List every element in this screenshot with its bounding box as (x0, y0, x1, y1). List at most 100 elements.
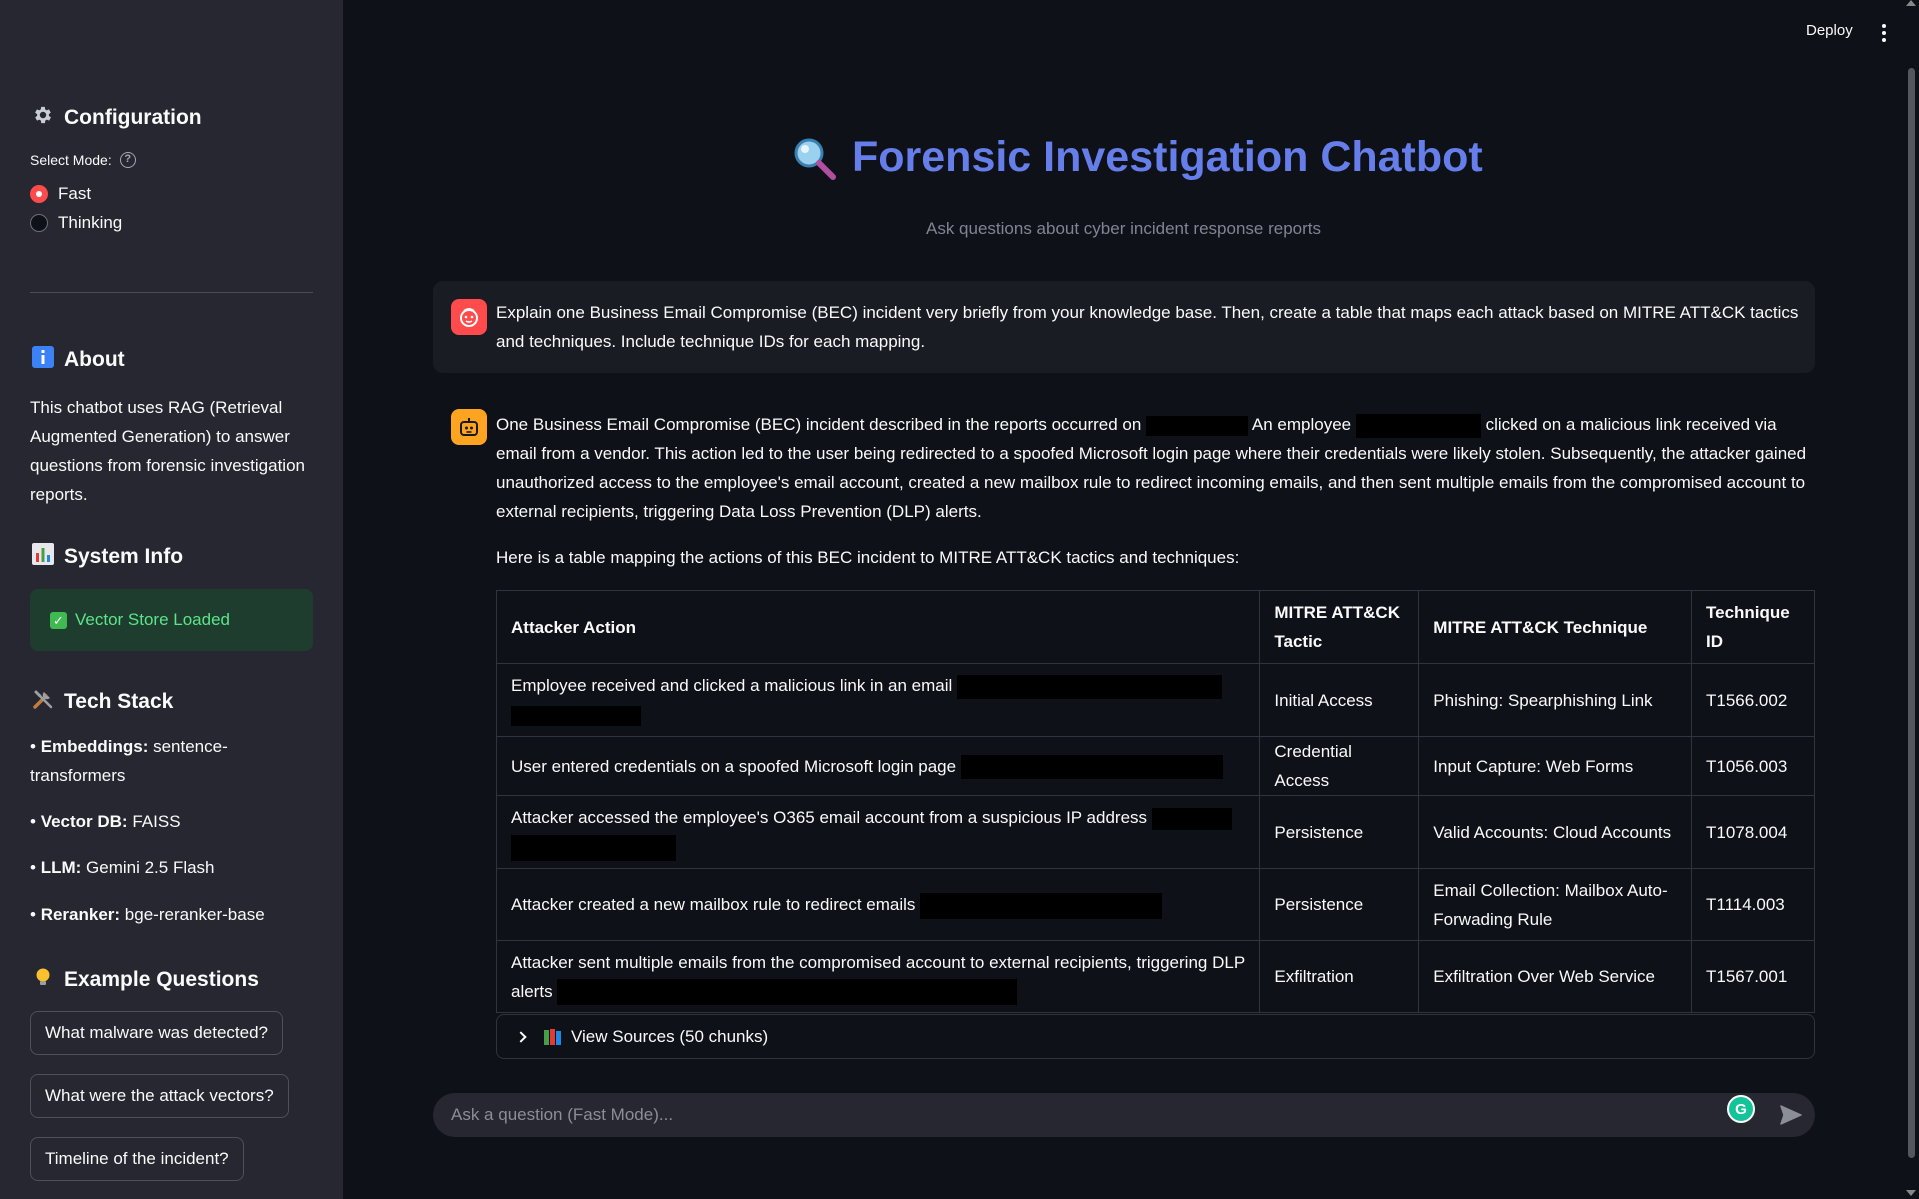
mitre-mapping-table: Attacker Action MITRE ATT&CK Tactic MITR… (495, 590, 1815, 1013)
user-avatar-icon (451, 299, 487, 335)
assistant-text-part: One Business Email Compromise (BEC) inci… (496, 415, 1142, 434)
table-row: Attacker accessed the employee's O365 em… (495, 795, 1815, 869)
system-info-heading: System Info (30, 543, 183, 571)
example-question-button[interactable]: What were the attack vectors? (30, 1074, 289, 1118)
example-questions-title: Example Questions (64, 968, 259, 991)
tech-item-reranker: • Reranker: bge-reranker-base (30, 905, 265, 924)
view-sources-expander[interactable]: View Sources (50 chunks) (496, 1014, 1815, 1059)
table-cell: Persistence (1259, 868, 1420, 941)
page-title: Forensic Investigation Chatbot (790, 133, 1483, 182)
info-icon (30, 346, 56, 374)
tech-value: FAISS (132, 812, 181, 831)
redacted-block (511, 705, 641, 726)
cell-text: Attacker created a new mailbox rule to r… (511, 895, 916, 914)
table-cell: Email Collection: Mailbox Auto-Forwading… (1418, 868, 1692, 941)
redacted-block (957, 674, 1223, 699)
redacted-block (1151, 807, 1232, 830)
mode-thinking-label: Thinking (58, 213, 123, 232)
table-cell: Attacker sent multiple emails from the c… (495, 940, 1261, 1013)
redacted-block (1146, 415, 1249, 436)
system-info-title: System Info (64, 545, 184, 568)
status-text: Vector Store Loaded (75, 610, 231, 629)
cell-text: Employee received and clicked a maliciou… (511, 676, 953, 695)
table-cell: Exfiltration Over Web Service (1418, 940, 1692, 1013)
radio-selected-icon[interactable] (30, 185, 48, 203)
chevron-right-icon[interactable] (515, 1030, 527, 1043)
mode-fast-label: Fast (58, 184, 92, 203)
assistant-text-part: An employee (1251, 415, 1352, 434)
tech-key: Reranker: (40, 905, 121, 924)
mode-radio-thinking[interactable]: Thinking (30, 213, 122, 233)
table-cell: Initial Access (1259, 663, 1420, 737)
assistant-avatar-icon (451, 409, 487, 445)
radio-unselected-icon[interactable] (30, 214, 48, 232)
scroll-down-arrow[interactable] (1906, 1190, 1916, 1196)
table-cell: Persistence (1259, 795, 1420, 869)
bar-chart-icon (30, 543, 56, 571)
gear-icon (30, 104, 56, 132)
tech-item-vector-db: • Vector DB: FAISS (30, 812, 181, 831)
redacted-block (920, 892, 1163, 919)
table-cell: T1056.003 (1691, 736, 1815, 796)
deploy-button[interactable]: Deploy (1806, 22, 1853, 39)
redacted-block (1355, 413, 1481, 438)
table-cell: Attacker accessed the employee's O365 em… (495, 795, 1261, 869)
table-header: MITRE ATT&CK Tactic (1259, 590, 1420, 664)
tech-stack-title: Tech Stack (64, 690, 174, 713)
mode-radio-fast[interactable]: Fast (30, 184, 91, 204)
tech-value: Gemini 2.5 Flash (86, 858, 215, 877)
user-message-text: Explain one Business Email Compromise (B… (496, 303, 1799, 351)
sidebar-divider (30, 292, 313, 293)
tech-item-llm: • LLM: Gemini 2.5 Flash (30, 858, 215, 877)
page-subtitle: Ask questions about cyber incident respo… (925, 219, 1321, 238)
assistant-message-paragraph: One Business Email Compromise (BEC) inci… (496, 410, 1816, 526)
grammarly-icon[interactable]: G (1727, 1095, 1755, 1123)
sidebar: Configuration Select Mode: ? Fast Thinki… (0, 0, 343, 1199)
table-header-row: Attacker Action MITRE ATT&CK Tactic MITR… (495, 590, 1815, 664)
table-cell: T1566.002 (1691, 663, 1815, 737)
cell-text: Attacker accessed the employee's O365 em… (511, 808, 1148, 827)
configuration-title: Configuration (64, 106, 202, 129)
about-title: About (64, 348, 125, 371)
tools-icon (30, 688, 56, 716)
configuration-heading: Configuration (30, 104, 202, 132)
select-mode-text: Select Mode: (30, 152, 112, 168)
table-cell: Exfiltration (1259, 940, 1420, 1013)
redacted-block (511, 834, 676, 861)
chat-input[interactable] (451, 1105, 1651, 1125)
table-header: Technique ID (1691, 590, 1815, 664)
table-row: Attacker sent multiple emails from the c… (495, 940, 1815, 1013)
page-title-text: Forensic Investigation Chatbot (852, 133, 1483, 181)
table-cell: Attacker created a new mailbox rule to r… (495, 868, 1261, 941)
tech-stack-heading: Tech Stack (30, 688, 173, 716)
magnifying-glass-icon (794, 138, 836, 180)
table-cell: T1078.004 (1691, 795, 1815, 869)
tech-item-embeddings: • Embeddings: sentence-transformers (30, 737, 228, 785)
user-message: Explain one Business Email Compromise (B… (433, 281, 1815, 373)
main-menu-icon[interactable] (1877, 22, 1891, 44)
table-cell: Credential Access (1259, 736, 1420, 796)
redacted-block (960, 755, 1223, 780)
table-cell: Valid Accounts: Cloud Accounts (1418, 795, 1692, 869)
lightbulb-icon (30, 966, 56, 994)
table-cell: T1567.001 (1691, 940, 1815, 1013)
table-row: User entered credentials on a spoofed Mi… (495, 736, 1815, 796)
tech-key: Embeddings: (40, 737, 149, 756)
table-header: MITRE ATT&CK Technique (1418, 590, 1692, 664)
example-question-button[interactable]: What malware was detected? (30, 1011, 283, 1055)
example-questions-heading: Example Questions (30, 966, 259, 994)
scrollbar-thumb[interactable] (1908, 68, 1915, 1158)
redacted-block (557, 979, 1018, 1006)
scroll-up-arrow[interactable] (1906, 0, 1916, 6)
vector-store-status: ✓ Vector Store Loaded (30, 589, 313, 651)
example-question-button[interactable]: Timeline of the incident? (30, 1137, 244, 1181)
table-cell: Employee received and clicked a maliciou… (495, 663, 1261, 737)
tech-value: bge-reranker-base (124, 905, 265, 924)
about-heading: About (30, 346, 125, 374)
send-icon[interactable] (1778, 1103, 1804, 1127)
check-icon: ✓ (50, 611, 67, 629)
cell-text: User entered credentials on a spoofed Mi… (511, 756, 957, 776)
chat-input-bar[interactable] (433, 1093, 1815, 1137)
help-icon[interactable]: ? (119, 152, 136, 168)
table-cell: Input Capture: Web Forms (1418, 736, 1692, 796)
